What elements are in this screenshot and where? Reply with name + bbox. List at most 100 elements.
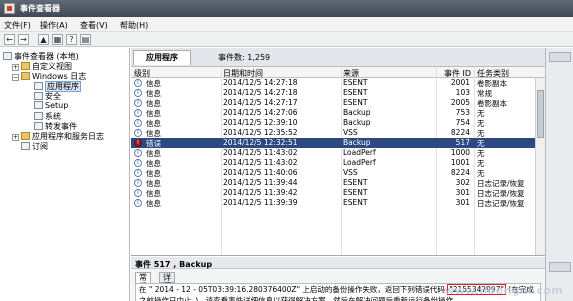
tab-application[interactable]: 应用程序 — [133, 50, 191, 65]
menu-file[interactable]: 文件(F) — [4, 20, 31, 31]
event-list-header: 级别 日期和时间 来源 事件 ID 任务类别 — [131, 67, 545, 78]
actions-header[interactable] — [549, 52, 571, 62]
actions-header-event[interactable] — [549, 262, 571, 272]
tree-item-label: 转发事件 — [45, 122, 77, 131]
cell-datetime: 2014/12/5 12:39:10 — [223, 118, 298, 127]
tree-item-label: 订阅 — [32, 142, 48, 151]
info-icon: i — [134, 199, 142, 207]
info-icon: i — [134, 159, 142, 167]
event-detail-title: 事件 517 , Backup — [135, 260, 213, 269]
log-icon — [21, 142, 30, 150]
tree-item-label: 应用程序和服务日志 — [32, 132, 104, 141]
info-icon: i — [134, 109, 142, 117]
up-level-icon[interactable]: ▲ — [38, 34, 49, 45]
tab-general[interactable]: 常规 — [135, 272, 151, 291]
info-icon: i — [134, 119, 142, 127]
cell-event-id: 301 — [455, 198, 470, 207]
title-bar: 事件查看器 — [0, 0, 573, 17]
toolbar: ← → ▲ ▦ ? ▤ — [0, 32, 573, 47]
show-hide-tree-icon[interactable]: ▦ — [52, 34, 63, 45]
table-row[interactable]: i 信息 2014/12/5 11:39:44 ESENT 302 日志记录/恢复 — [131, 178, 545, 188]
tree-item-subscriptions[interactable]: 订阅 — [21, 141, 48, 152]
info-icon: i — [134, 149, 142, 157]
table-row[interactable]: i 信息 2014/12/5 12:35:52 VSS 8224 无 — [131, 128, 545, 138]
back-arrow-icon[interactable]: ← — [4, 34, 15, 45]
cell-source: Backup — [343, 118, 371, 127]
event-viewer-app-icon — [4, 3, 15, 14]
collapse-icon[interactable]: − — [12, 74, 19, 81]
info-icon: i — [134, 129, 142, 137]
cell-source: ESENT — [343, 98, 368, 107]
cell-source: Backup — [343, 108, 371, 117]
tree-item-label: 安全 — [45, 92, 61, 101]
cell-datetime: 2014/12/5 14:27:18 — [223, 88, 298, 97]
table-row[interactable]: i 信息 2014/12/5 11:43:02 LoadPerf 1000 无 — [131, 148, 545, 158]
event-list-scrollbar[interactable] — [535, 78, 545, 255]
description-text: 在 " 2014 - 12 - 05T03:39:16.280376400Z" … — [139, 285, 448, 294]
cell-event-id: 2001 — [450, 78, 470, 87]
watermark: www.lidongni.com — [444, 284, 563, 297]
cell-event-id: 8224 — [450, 128, 470, 137]
cell-source: ESENT — [343, 178, 368, 187]
properties-icon[interactable]: ▤ — [80, 34, 91, 45]
cell-level: 信息 — [146, 199, 161, 208]
expand-icon[interactable]: + — [12, 134, 19, 141]
cell-source: ESENT — [343, 78, 368, 87]
event-detail-title-bar: 事件 517 , Backup — [131, 257, 545, 269]
info-icon: i — [134, 189, 142, 197]
log-pane-header: 应用程序 事件数: 1,259 — [131, 48, 545, 67]
table-row[interactable]: i 信息 2014/12/5 11:39:42 ESENT 301 日志记录/恢复 — [131, 188, 545, 198]
cell-source: Backup — [343, 138, 371, 147]
folder-icon — [21, 72, 30, 80]
cell-event-id: 753 — [455, 108, 470, 117]
table-row[interactable]: i 信息 2014/12/5 11:40:06 VSS 8224 无 — [131, 168, 545, 178]
expand-icon[interactable]: + — [12, 64, 19, 71]
cell-source: LoadPerf — [343, 158, 376, 167]
table-row[interactable]: i 信息 2014/12/5 14:27:17 ESENT 2005 卷影副本 — [131, 98, 545, 108]
cell-datetime: 2014/12/5 12:32:51 — [223, 138, 298, 147]
forward-arrow-icon[interactable]: → — [18, 34, 29, 45]
cell-event-id: 302 — [455, 178, 470, 187]
cell-event-id: 301 — [455, 188, 470, 197]
info-icon: i — [134, 79, 142, 87]
cell-event-id: 8224 — [450, 168, 470, 177]
cell-source: ESENT — [343, 88, 368, 97]
folder-icon — [21, 62, 30, 70]
cell-datetime: 2014/12/5 12:35:52 — [223, 128, 298, 137]
table-row[interactable]: i 信息 2014/12/5 14:27:18 ESENT 2001 卷影副本 — [131, 78, 545, 88]
tab-details[interactable]: 详细信息 — [159, 272, 175, 301]
table-row[interactable]: ! 错误 2014/12/5 12:32:51 Backup 517 无 — [131, 138, 545, 148]
menu-view[interactable]: 查看(V) — [80, 20, 108, 31]
info-icon: i — [134, 179, 142, 187]
log-icon — [34, 112, 43, 120]
info-icon: i — [134, 89, 142, 97]
cell-datetime: 2014/12/5 11:39:39 — [223, 198, 298, 207]
cell-datetime: 2014/12/5 11:43:02 — [223, 158, 298, 167]
event-count: 事件数: 1,259 — [218, 53, 271, 62]
menu-bar: 文件(F) 操作(A) 查看(V) 帮助(H) — [0, 17, 573, 32]
table-row[interactable]: i 信息 2014/12/5 11:43:02 LoadPerf 1001 无 — [131, 158, 545, 168]
cell-datetime: 2014/12/5 11:39:44 — [223, 178, 298, 187]
menu-help[interactable]: 帮助(H) — [120, 20, 148, 31]
cell-datetime: 2014/12/5 14:27:17 — [223, 98, 298, 107]
scrollbar-thumb[interactable] — [537, 90, 544, 138]
tree-item-label: 系统 — [45, 112, 61, 121]
tree-item-label: Setup — [45, 101, 69, 110]
table-row[interactable]: i 信息 2014/12/5 14:27:18 ESENT 103 常规 — [131, 88, 545, 98]
tree-item-setup[interactable]: Setup — [34, 101, 68, 110]
table-row[interactable]: i 信息 2014/12/5 14:27:06 Backup 753 无 — [131, 108, 545, 118]
cell-datetime: 2014/12/5 11:40:06 — [223, 168, 298, 177]
cell-event-id: 103 — [455, 88, 470, 97]
log-pane: 应用程序 事件数: 1,259 级别 日期和时间 来源 事件 ID 任务类别 i… — [131, 48, 545, 301]
computer-icon — [3, 52, 12, 60]
table-row[interactable]: i 信息 2014/12/5 12:39:10 Backup 754 无 — [131, 118, 545, 128]
table-row[interactable]: i 信息 2014/12/5 11:39:39 ESENT 301 日志记录/恢复 — [131, 198, 545, 208]
help-icon[interactable]: ? — [66, 34, 77, 45]
window-title: 事件查看器 — [20, 4, 60, 13]
cell-datetime: 2014/12/5 11:43:02 — [223, 148, 298, 157]
event-list: 级别 日期和时间 来源 事件 ID 任务类别 i 信息 2014/12/5 14:2… — [131, 67, 545, 256]
menu-action[interactable]: 操作(A) — [40, 20, 68, 31]
cell-datetime: 2014/12/5 14:27:18 — [223, 78, 298, 87]
console-tree: 事件查看器 (本地) + 自定义视图 − Windows 日志 应用程序 安全 Se… — [0, 48, 130, 301]
cell-event-id: 1001 — [450, 158, 470, 167]
